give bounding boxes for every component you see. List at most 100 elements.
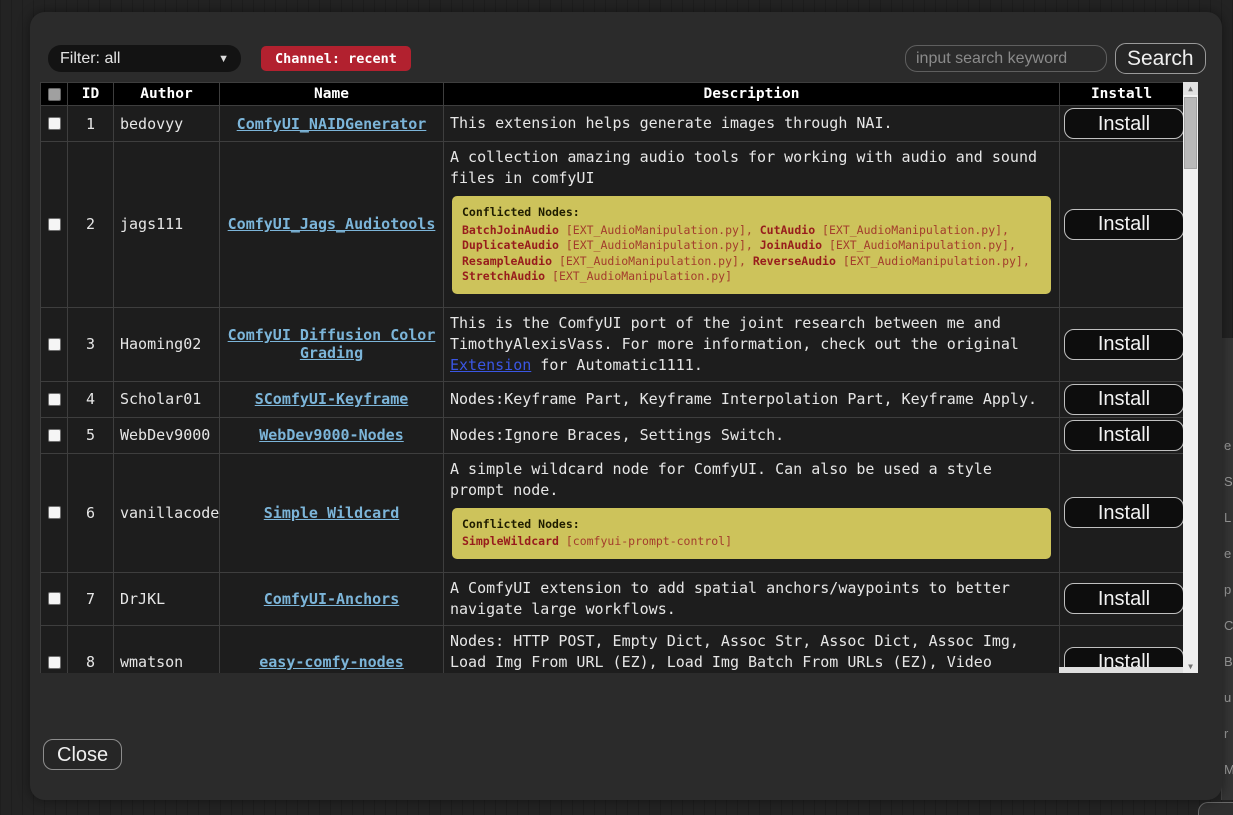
extension-name-link[interactable]: Simple Wildcard <box>264 504 399 522</box>
table-row: 8wmatsoneasy-comfy-nodesNodes: HTTP POST… <box>41 625 1184 673</box>
cell-name: ComfyUI_Jags_Audiotools <box>220 142 444 308</box>
conflict-node-source: [EXT_AudioManipulation.py], <box>822 238 1016 252</box>
cell-author: bedovyy <box>114 106 220 142</box>
conflict-node-source: [EXT_AudioManipulation.py], <box>815 223 1009 237</box>
scrollbar-thumb[interactable] <box>1184 97 1197 169</box>
cell-description: Nodes:Keyframe Part, Keyframe Interpolat… <box>444 381 1060 417</box>
extension-name-link[interactable]: easy-comfy-nodes <box>259 653 404 671</box>
cell-description: A ComfyUI extension to add spatial ancho… <box>444 572 1060 625</box>
table-row: 2jags111 ComfyUI_Jags_Audiotools A collect… <box>41 142 1184 308</box>
description-text: Nodes:Keyframe Part, Keyframe Interpolat… <box>450 390 1037 408</box>
table-row: 6vanillacode…Simple WildcardA simple wil… <box>41 453 1184 572</box>
header-install: Install <box>1060 83 1184 106</box>
install-button[interactable]: Install <box>1064 583 1184 614</box>
row-checkbox[interactable] <box>48 429 61 442</box>
description-text: A simple wildcard node for ComfyUI. Can … <box>450 460 992 499</box>
background-menu-text-fragment: e <box>1224 546 1231 561</box>
install-button[interactable]: Install <box>1064 497 1184 528</box>
extension-name-link[interactable]: WebDev9000-Nodes <box>259 426 404 444</box>
background-menu-text-fragment: e <box>1224 438 1231 453</box>
cell-id: 7 <box>68 572 114 625</box>
cell-install: Install <box>1060 625 1184 673</box>
cell-id: 2 <box>68 142 114 308</box>
background-menu-text-fragment: C <box>1224 618 1233 633</box>
filter-dropdown[interactable]: Filter: all ▼ <box>48 45 241 72</box>
filter-dropdown-value: Filter: all <box>60 50 120 68</box>
conflict-node-source: [comfyui-prompt-control] <box>559 534 732 548</box>
table-row: 4Scholar01 SComfyUI-Keyframe Nodes:Keyfram… <box>41 381 1184 417</box>
cell-install: Install <box>1060 307 1184 381</box>
search-button[interactable]: Search <box>1115 43 1206 74</box>
cell-author: jags111 <box>114 142 220 308</box>
scrollbar-down-arrow-icon[interactable]: ▼ <box>1183 660 1198 673</box>
extension-name-link[interactable]: ComfyUI-Anchors <box>264 590 399 608</box>
row-checkbox[interactable] <box>48 592 61 605</box>
cell-select <box>41 142 68 308</box>
cell-name: ComfyUI-Anchors <box>220 572 444 625</box>
cell-install: Install <box>1060 453 1184 572</box>
description-link[interactable]: Extension <box>450 356 531 374</box>
row-checkbox[interactable] <box>48 393 61 406</box>
background-panel-corner <box>1198 802 1233 815</box>
conflict-node-name: DuplicateAudio <box>462 238 559 252</box>
header-author: Author <box>114 83 220 106</box>
table-row: 1bedovyy ComfyUI_NAIDGenerator This extens… <box>41 106 1184 142</box>
cell-install: Install <box>1060 106 1184 142</box>
extension-name-link[interactable]: SComfyUI-Keyframe <box>255 390 409 408</box>
install-button[interactable]: Install <box>1064 384 1184 415</box>
extension-name-link[interactable]: ComfyUI_Jags_Audiotools <box>228 215 436 233</box>
conflict-node-name: StretchAudio <box>462 269 545 283</box>
cell-id: 4 <box>68 381 114 417</box>
row-checkbox[interactable] <box>48 506 61 519</box>
extension-table-body: 1bedovyy ComfyUI_NAIDGenerator This extens… <box>41 106 1184 674</box>
row-checkbox[interactable] <box>48 218 61 231</box>
cell-author: Scholar01 <box>114 381 220 417</box>
cell-select <box>41 453 68 572</box>
scrollbar-up-arrow-icon[interactable]: ▲ <box>1183 82 1198 95</box>
cell-select <box>41 381 68 417</box>
row-checkbox[interactable] <box>48 117 61 130</box>
conflict-node-name: ReverseAudio <box>753 254 836 268</box>
description-text: A collection amazing audio tools for wor… <box>450 148 1037 187</box>
row-checkbox[interactable] <box>48 656 61 669</box>
cell-select <box>41 625 68 673</box>
background-menu-text-fragment: r <box>1224 726 1228 741</box>
cell-author: Haoming02 <box>114 307 220 381</box>
conflicted-nodes-list: SimpleWildcard [comfyui-prompt-control] <box>462 534 1041 550</box>
close-button[interactable]: Close <box>43 739 122 770</box>
header-description: Description <box>444 83 1060 106</box>
cell-install: Install <box>1060 417 1184 453</box>
conflicted-nodes-box: Conflicted Nodes:SimpleWildcard [comfyui… <box>452 508 1051 559</box>
header-name: Name <box>220 83 444 106</box>
background-menu-text-fragment: u <box>1224 690 1231 705</box>
cell-id: 1 <box>68 106 114 142</box>
header-select-all <box>41 83 68 106</box>
conflict-node-name: BatchJoinAudio <box>462 223 559 237</box>
search-input[interactable] <box>905 45 1107 72</box>
extension-name-link[interactable]: ComfyUI_NAIDGenerator <box>237 115 427 133</box>
cell-author: wmatson <box>114 625 220 673</box>
channel-button[interactable]: Channel: recent <box>261 46 411 71</box>
table-bottom-scroll-strip <box>1059 667 1183 673</box>
conflict-node-name: SimpleWildcard <box>462 534 559 548</box>
cell-id: 5 <box>68 417 114 453</box>
cell-install: Install <box>1060 572 1184 625</box>
cell-id: 3 <box>68 307 114 381</box>
install-button[interactable]: Install <box>1064 329 1184 360</box>
row-checkbox[interactable] <box>48 338 61 351</box>
description-text: This extension helps generate images thr… <box>450 114 893 132</box>
conflicted-nodes-title: Conflicted Nodes: <box>462 517 1041 533</box>
cell-name: SComfyUI-Keyframe <box>220 381 444 417</box>
table-scrollbar[interactable]: ▲ ▼ <box>1183 82 1198 673</box>
background-menu-sliver: eSLepCBurM <box>1221 338 1233 800</box>
extension-name-link[interactable]: ComfyUI Diffusion Color Grading <box>228 326 436 362</box>
install-button[interactable]: Install <box>1064 420 1184 451</box>
select-all-checkbox[interactable] <box>48 88 61 101</box>
conflict-node-source: [EXT_AudioManipulation.py], <box>836 254 1030 268</box>
background-menu-text-fragment: L <box>1224 510 1231 525</box>
conflicted-nodes-title: Conflicted Nodes: <box>462 205 1041 221</box>
cell-select <box>41 572 68 625</box>
install-button[interactable]: Install <box>1064 108 1184 139</box>
description-text: A ComfyUI extension to add spatial ancho… <box>450 579 1010 618</box>
install-button[interactable]: Install <box>1064 209 1184 240</box>
